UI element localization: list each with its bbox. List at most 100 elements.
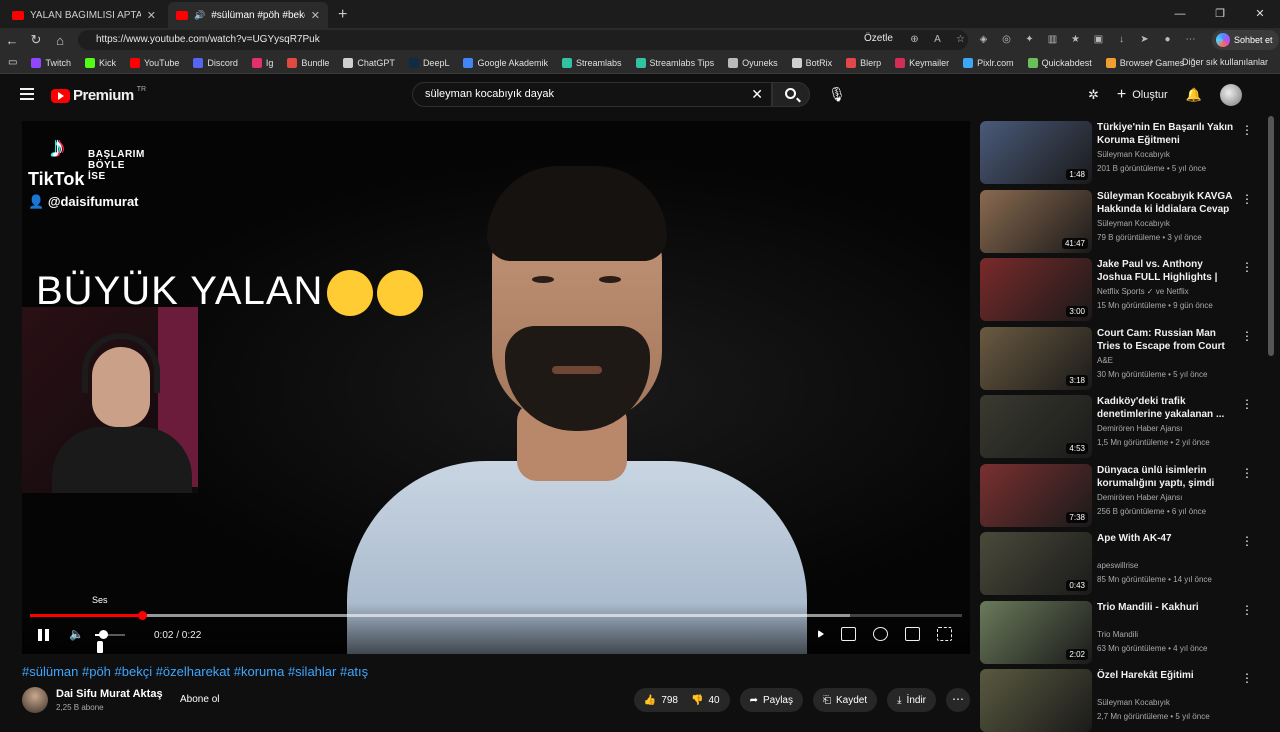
video-title[interactable]: Trio Mandili - Kakhuri [1097,601,1235,614]
voice-search-icon[interactable]: 🎙 [826,83,848,105]
maximize-icon[interactable]: ❐ [1200,0,1240,28]
chevron-right-icon[interactable]: › [1150,56,1153,67]
copilot-chat-button[interactable]: Sohbet et [1212,30,1279,50]
bookmark-item[interactable]: Keymailer [895,57,949,68]
bookmark-item[interactable]: Bundle [287,57,329,68]
favorite-icon[interactable]: ☆ [951,31,970,49]
minimize-icon[interactable]: — [1160,0,1200,28]
video-thumbnail[interactable]: 3:18 [980,326,1092,390]
clear-search-icon[interactable]: ✕ [751,83,763,106]
video-title[interactable]: Süleyman Kocabıyık KAVGA Hakkında ki İdd… [1097,190,1235,216]
dislike-count[interactable]: 40 [708,695,719,706]
video-title[interactable]: Court Cam: Russian Man Tries to Escape f… [1097,327,1235,353]
video-thumbnail[interactable]: 0:43 [980,532,1092,595]
avatar[interactable] [1219,84,1242,106]
bookmark-item[interactable]: Pixlr.com [963,57,1014,68]
bookmark-item[interactable]: Ig [251,57,273,68]
bookmark-item[interactable]: Streamlabs Tips [635,57,714,68]
video-title[interactable]: Türkiye'nin En Başarılı Yakın Koruma Eği… [1097,121,1235,147]
recommended-video[interactable]: 7:38 Dünyaca ünlü isimlerin korumalığını … [980,463,1260,527]
more-options-icon[interactable]: ⋮ [1241,671,1253,685]
more-options-icon[interactable]: ⋮ [1241,123,1253,137]
puzzle-icon[interactable]: ✦ [1020,31,1039,49]
video-title-hashtags[interactable]: #sülüman #pöh #bekçi #özelharekat #korum… [22,664,368,679]
video-thumbnail[interactable]: 4:53 [980,395,1092,458]
video-channel[interactable]: Süleyman Kocabıyık [1097,150,1170,159]
video-channel[interactable]: Süleyman Kocabıyık [1097,219,1170,228]
video-channel[interactable]: apeswillrise [1097,561,1138,570]
recommended-video[interactable]: 41:47 Süleyman Kocabıyık KAVGA Hakkında k… [980,189,1260,253]
back-icon[interactable]: ← [0,33,24,48]
close-tab-icon[interactable]: ✕ [311,9,320,22]
share-icon[interactable]: ➤ [1135,31,1154,49]
menu-icon[interactable] [20,88,34,103]
scrollbar[interactable] [1268,116,1274,356]
video-channel[interactable]: Demirören Haber Ajansı [1097,493,1182,502]
progress-bar[interactable] [30,611,962,620]
video-thumbnail[interactable]: 41:47 [980,189,1092,253]
bookmark-item[interactable]: BotRix [791,57,832,68]
split-screen-icon[interactable]: ▥ [1043,31,1062,49]
video-thumbnail[interactable]: 1:48 [980,121,1092,184]
extension-icon[interactable]: ⊕ [905,31,924,49]
summarize-button[interactable]: Özetle [864,33,893,44]
recommended-video[interactable]: 2:02 Trio Mandili - Kakhuri Trio Mandili 63… [980,600,1260,664]
theater-mode-icon[interactable] [905,627,920,641]
volume-icon[interactable]: 🔈 [69,627,84,641]
bookmark-item[interactable]: Browser Games [1105,57,1184,68]
favorites-icon[interactable]: ★ [1066,31,1085,49]
speaker-icon[interactable]: 🔊 [194,10,205,21]
video-channel[interactable]: A&E [1097,356,1113,365]
new-tab-button[interactable]: + [338,2,347,28]
fullscreen-icon[interactable] [937,627,952,641]
cast-icon[interactable]: ✲ [1088,87,1099,103]
save-button[interactable]: ⎗ Kaydet [812,688,878,712]
video-title[interactable]: Dünyaca ünlü isimlerin korumalığını yapt… [1097,464,1235,490]
bookmark-item[interactable]: DeepL [408,57,449,68]
read-aloud-icon[interactable]: A [928,31,947,49]
bookmark-item[interactable]: YouTube [129,57,179,68]
more-options-icon[interactable]: ⋮ [1241,603,1253,617]
video-channel[interactable]: Demirören Haber Ajansı [1097,424,1182,433]
recommended-video[interactable]: 1:48 Türkiye'nin En Başarılı Yakın Koruma… [980,121,1260,184]
download-icon[interactable]: ↓ [1112,31,1131,49]
more-options-icon[interactable]: ⋮ [1241,260,1253,274]
pause-button[interactable] [38,629,50,641]
notifications-icon[interactable]: 🔔 [1186,87,1202,103]
bookmark-item[interactable]: Google Akademik [463,57,548,68]
video-thumbnail[interactable]: 2:02 [980,600,1092,664]
more-actions-icon[interactable]: ⋯ [946,688,970,712]
recommended-video[interactable]: 3:18 Court Cam: Russian Man Tries to Esca… [980,326,1260,390]
like-count[interactable]: 798 [661,695,678,706]
video-player[interactable]: ♪ BAŞLARIM BÖYLE İSE TikTok 👤 @daisifumu… [22,121,970,654]
more-options-icon[interactable]: ⋮ [1241,397,1253,411]
channel-name[interactable]: Dai Sifu Murat Aktaş [56,688,163,700]
bookmark-item[interactable]: Twitch [31,57,71,68]
create-button[interactable]: + Oluştur [1117,86,1168,104]
subscribe-button[interactable]: Abone ol [180,694,219,705]
extension-icon[interactable]: ◎ [997,31,1016,49]
settings-gear-icon[interactable] [873,627,888,641]
bookmark-item[interactable]: Blerp [846,57,881,68]
video-channel[interactable]: Süleyman Kocabıyık [1097,698,1170,707]
like-icon[interactable]: 👍 [644,695,656,706]
more-options-icon[interactable]: ⋮ [1241,192,1253,206]
recommended-video[interactable]: 0:43 Ape With AK-47 apeswillrise 85 Mn görü… [980,532,1260,595]
search-input[interactable]: süleyman kocabıyık dayak ✕ [412,82,772,107]
bookmark-item[interactable]: Oyuneks [728,57,778,68]
volume-slider[interactable] [95,630,125,639]
download-button[interactable]: ⤓ İndir [887,688,936,712]
home-icon[interactable]: ⌂ [48,33,72,48]
browser-tab-active[interactable]: 🔊 #sülüman #pöh #bekçi #özelh ✕ [168,2,328,28]
more-options-icon[interactable]: ⋮ [1241,329,1253,343]
search-button[interactable] [772,82,810,107]
recommended-video[interactable]: 3:00 Jake Paul vs. Anthony Joshua FULL Hi… [980,258,1260,321]
video-title[interactable]: Kadıköy'deki trafik denetimlerine yakala… [1097,395,1235,421]
recommended-video[interactable]: 4:53 Kadıköy'deki trafik denetimlerine ya… [980,395,1260,458]
autoplay-icon[interactable] [818,630,824,638]
scrubber-handle[interactable] [137,611,147,620]
more-icon[interactable]: ⋯ [1181,31,1200,49]
share-button[interactable]: ➦ Paylaş [739,688,803,712]
video-thumbnail[interactable]: 7:38 [980,463,1092,527]
more-options-icon[interactable]: ⋮ [1241,466,1253,480]
